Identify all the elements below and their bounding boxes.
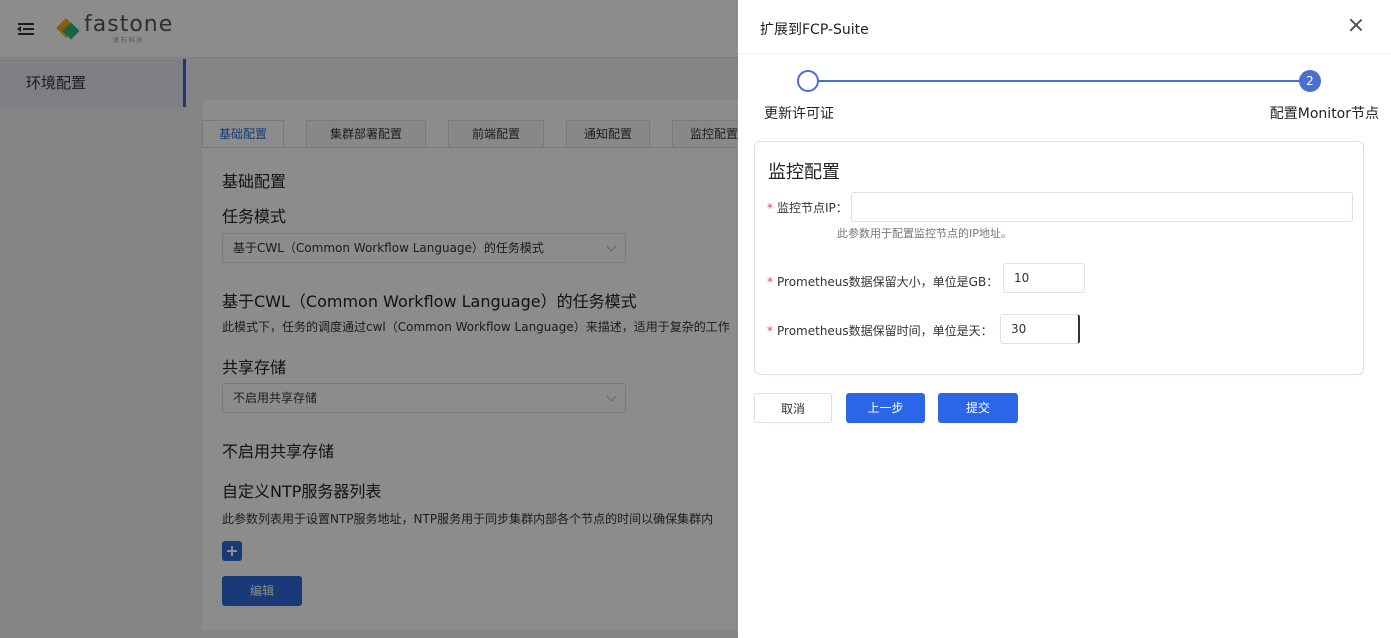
prev-step-button[interactable]: 上一步 (846, 393, 925, 423)
drawer-header: 扩展到FCP-Suite (738, 0, 1391, 54)
monitor-config-card: 监控配置 * 监控节点IP： 此参数用于配置监控节点的IP地址。 * Prometh… (754, 141, 1364, 375)
submit-button[interactable]: 提交 (938, 393, 1018, 423)
monitor-ip-label: * 监控节点IP： (767, 201, 848, 215)
monitor-ip-hint: 此参数用于配置监控节点的IP地址。 (837, 227, 1012, 240)
step-2-label: 配置Monitor节点 (1269, 106, 1379, 122)
required-mark: * (767, 324, 773, 338)
cancel-button[interactable]: 取消 (754, 393, 832, 423)
step-connector (819, 80, 1299, 82)
expand-drawer: 扩展到FCP-Suite 2 更新许可证 配置Monitor节点 监控配置 * 监… (738, 0, 1391, 638)
card-title: 监控配置 (768, 162, 840, 183)
required-mark: * (767, 201, 773, 215)
step-2-indicator: 2 (1299, 70, 1321, 92)
steps: 2 更新许可证 配置Monitor节点 (738, 70, 1391, 130)
retention-time-label: * Prometheus数据保留时间，单位是天： (767, 324, 993, 338)
required-mark: * (767, 275, 773, 289)
step-1-label: 更新许可证 (764, 106, 834, 122)
drawer-title: 扩展到FCP-Suite (760, 22, 869, 38)
step-1-indicator (797, 70, 819, 92)
close-icon[interactable] (1349, 18, 1363, 32)
retention-size-input[interactable]: 10 (1003, 263, 1085, 293)
modal-overlay[interactable] (0, 0, 738, 638)
monitor-ip-input[interactable] (851, 192, 1353, 222)
retention-time-input[interactable]: 30 (1000, 314, 1080, 344)
retention-size-label: * Prometheus数据保留大小，单位是GB： (767, 275, 999, 289)
